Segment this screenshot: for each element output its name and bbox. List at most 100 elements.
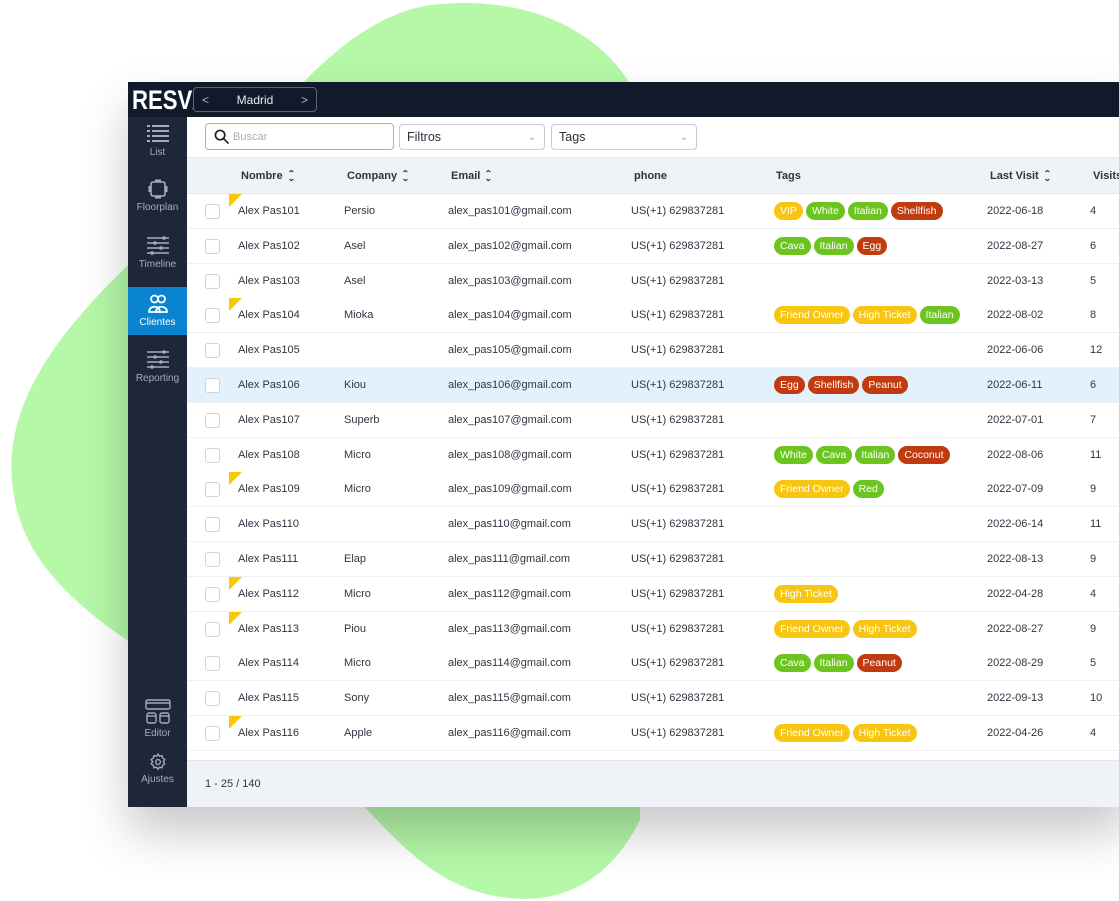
row-checkbox[interactable] (205, 447, 220, 463)
cell-name[interactable]: Alex Pas116 (238, 716, 299, 750)
cell-name[interactable]: Alex Pas107 (238, 403, 300, 437)
next-location-button[interactable]: > (301, 93, 308, 107)
cell-email[interactable]: alex_pas106@gmail.com (448, 368, 572, 402)
row-checkbox[interactable] (205, 308, 220, 324)
cell-email[interactable]: alex_pas110@gmail.com (448, 507, 571, 541)
cell-email[interactable]: alex_pas113@gmail.com (448, 612, 571, 646)
table-row[interactable]: Alex Pas102 Asel alex_pas102@gmail.com US(+… (187, 228, 1119, 264)
table-row[interactable]: Alex Pas114 Micro alex_pas114@gmail.com US(… (187, 646, 1119, 682)
row-checkbox[interactable] (205, 621, 220, 637)
table-row[interactable]: Alex Pas112 Micro alex_pas112@gmail.com US(… (187, 576, 1119, 612)
cell-company: Persio (344, 205, 376, 217)
cell-email[interactable]: alex_pas109@gmail.com (448, 472, 572, 506)
cell-name[interactable]: Alex Pas112 (238, 577, 299, 611)
row-checkbox[interactable] (205, 204, 220, 219)
row-checkbox[interactable] (205, 656, 220, 672)
cell-email[interactable]: alex_pas114@gmail.com (448, 646, 571, 680)
row-checkbox[interactable] (205, 482, 220, 498)
reporting-icon (146, 350, 169, 369)
cell-name[interactable]: Alex Pas115 (238, 681, 299, 715)
cell-email[interactable]: alex_pas108@gmail.com (448, 438, 572, 472)
table-row[interactable]: Alex Pas108 Micro alex_pas108@gmail.com US(… (187, 437, 1119, 473)
column-header-email[interactable]: Email ⌃ ⌄ (451, 158, 493, 195)
search-input[interactable] (233, 130, 383, 143)
cell-email[interactable]: alex_pas105@gmail.com (448, 333, 572, 367)
cell-tags: VIP White Italian Shellfish (774, 202, 943, 220)
row-checkbox[interactable] (205, 343, 220, 359)
sidebar-item-ajustes[interactable]: Ajustes (128, 745, 187, 793)
row-checkbox[interactable] (205, 273, 220, 289)
table-row[interactable]: Alex Pas103 Asel alex_pas103@gmail.com US(+… (187, 263, 1119, 299)
cell-visits: 11 (1090, 448, 1102, 461)
cell-name[interactable]: Alex Pas102 (238, 229, 300, 263)
cell-name[interactable]: Alex Pas114 (238, 646, 299, 680)
cell-email[interactable]: alex_pas116@gmail.com (448, 716, 571, 750)
cell-email[interactable]: alex_pas111@gmail.com (448, 542, 570, 576)
search-box[interactable] (205, 123, 394, 150)
sort-icon[interactable]: ⌃ ⌄ (401, 170, 409, 183)
cell-email[interactable]: alex_pas101@gmail.com (448, 194, 572, 228)
table-row[interactable]: Alex Pas116 Apple alex_pas116@gmail.com US(… (187, 716, 1119, 751)
sort-icon[interactable]: ⌃ ⌄ (287, 170, 295, 183)
cell-email[interactable]: alex_pas112@gmail.com (448, 577, 571, 611)
table-row[interactable]: Alex Pas110 alex_pas110@gmail.com US(+1) 6… (187, 507, 1119, 543)
column-header-last-visit[interactable]: Last Visit ⌃ ⌄ (990, 158, 1051, 195)
table-row[interactable]: Alex Pas105 alex_pas105@gmail.com US(+1) 6… (187, 333, 1119, 369)
cell-email[interactable]: alex_pas107@gmail.com (448, 403, 572, 437)
tag-badge: Italian (919, 306, 960, 325)
column-header-company[interactable]: Company ⌃ ⌄ (347, 158, 409, 195)
row-checkbox[interactable] (205, 691, 220, 707)
row-checkbox[interactable] (205, 412, 220, 428)
table-row[interactable]: Alex Pas101 Persio alex_pas101@gmail.com US… (187, 194, 1119, 229)
cell-name[interactable]: Alex Pas108 (238, 438, 300, 472)
cell-name[interactable]: Alex Pas110 (238, 507, 299, 541)
sort-icon[interactable]: ⌃ ⌄ (1043, 170, 1051, 183)
cell-name[interactable]: Alex Pas105 (238, 333, 300, 367)
cell-name[interactable]: Alex Pas101 (238, 194, 300, 228)
tags-label: Tags (559, 130, 586, 144)
cell-email[interactable]: alex_pas102@gmail.com (448, 229, 572, 263)
table-footer: 1 - 25 / 140 (187, 760, 1119, 807)
cell-name[interactable]: Alex Pas109 (238, 472, 300, 506)
row-checkbox[interactable] (205, 586, 220, 602)
column-header-visits: Visits (1093, 158, 1119, 195)
cell-email[interactable]: alex_pas104@gmail.com (448, 298, 572, 332)
row-checkbox[interactable] (205, 238, 220, 254)
table-row[interactable]: Alex Pas113 Piou alex_pas113@gmail.com US(+… (187, 611, 1119, 647)
cell-name[interactable]: Alex Pas104 (238, 298, 300, 332)
row-checkbox[interactable] (205, 517, 220, 533)
column-header-name[interactable]: Nombre ⌃ ⌄ (241, 158, 295, 195)
cell-name[interactable]: Alex Pas106 (238, 368, 300, 402)
row-checkbox[interactable] (205, 378, 220, 393)
cell-phone: US(+1) 629837281 (631, 553, 725, 565)
sidebar-item-floorplan[interactable]: Floorplan (128, 172, 187, 220)
cell-name[interactable]: Alex Pas113 (238, 612, 299, 646)
cell-email[interactable]: alex_pas103@gmail.com (448, 264, 572, 298)
cell-phone: US(+1) 629837281 (631, 413, 725, 426)
cell-company: Piou (344, 622, 367, 635)
cell-phone: US(+1) 629837281 (631, 518, 725, 531)
table-row[interactable]: Alex Pas106 Kiou alex_pas106@gmail.com US(+… (187, 368, 1119, 403)
sidebar-item-reporting[interactable]: Reporting (128, 343, 187, 391)
table-row[interactable]: Alex Pas104 Mioka alex_pas104@gmail.com US(… (187, 298, 1119, 334)
filters-dropdown[interactable]: Filtros ⌄ (399, 124, 545, 150)
sidebar-label: Floorplan (136, 202, 179, 213)
prev-location-button[interactable]: < (202, 93, 209, 107)
sidebar-item-editor[interactable]: Editor (128, 695, 187, 743)
cell-last-visit: 2022-06-06 (987, 344, 1044, 357)
tags-dropdown[interactable]: Tags ⌄ (551, 124, 697, 150)
sidebar-item-clientes[interactable]: Clientes (128, 287, 187, 335)
row-checkbox[interactable] (205, 726, 220, 741)
row-checkbox[interactable] (205, 552, 220, 567)
location-name[interactable]: Madrid (237, 93, 274, 107)
table-row[interactable]: Alex Pas109 Micro alex_pas109@gmail.com US(… (187, 472, 1119, 508)
sidebar-item-list[interactable]: List (128, 117, 187, 165)
table-row[interactable]: Alex Pas107 Superb alex_pas107@gmail.com US… (187, 402, 1119, 438)
sort-icon[interactable]: ⌃ ⌄ (485, 170, 493, 183)
table-row[interactable]: Alex Pas115 Sony alex_pas115@gmail.com US(+… (187, 681, 1119, 717)
table-row[interactable]: Alex Pas111 Elap alex_pas111@gmail.com US(+… (187, 542, 1119, 577)
cell-name[interactable]: Alex Pas103 (238, 264, 300, 298)
cell-email[interactable]: alex_pas115@gmail.com (448, 681, 571, 715)
cell-name[interactable]: Alex Pas111 (238, 542, 298, 576)
sidebar-item-timeline[interactable]: Timeline (128, 229, 187, 277)
